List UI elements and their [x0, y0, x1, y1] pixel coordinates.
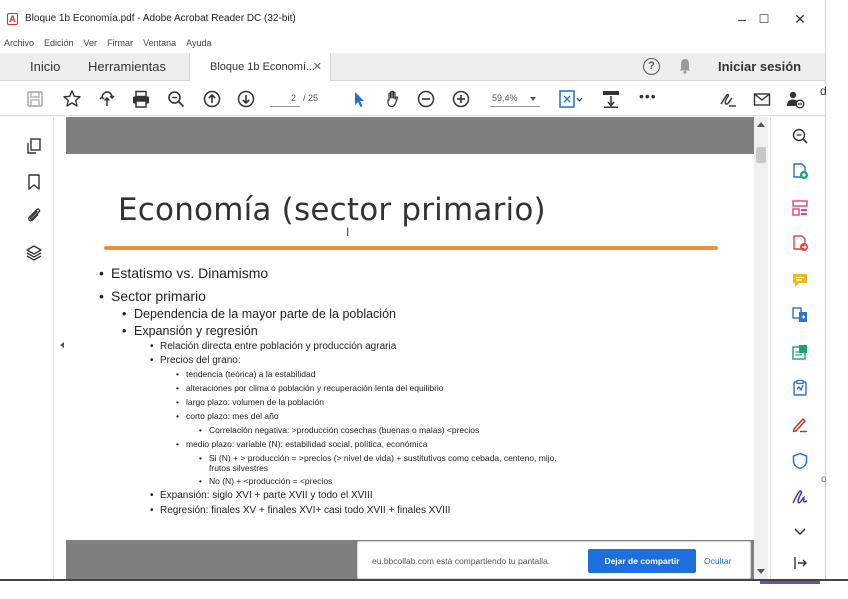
share-upload-icon[interactable]	[97, 89, 117, 109]
pdf-page: Economía (sector primario) I • Estatismo …	[66, 154, 754, 540]
bullet-line: • Expansión y regresión	[122, 324, 258, 338]
collapse-left-pane-arrow-icon[interactable]	[60, 342, 64, 348]
close-button[interactable]: ✕	[785, 8, 815, 30]
main-toolbar: 2 / 25 59,4% •••	[0, 82, 825, 116]
organize-pages-icon[interactable]	[791, 199, 809, 217]
bullet-line: • Si (N) + > producción = >precios (> niv…	[199, 453, 557, 463]
help-icon[interactable]: ?	[643, 58, 660, 75]
fill-sign-form-icon[interactable]	[791, 379, 809, 397]
hand-tool-icon[interactable]	[383, 89, 403, 109]
text-cursor-icon: I	[346, 225, 350, 239]
title-bar: A Bloque 1b Economía.pdf - Adobe Acrobat…	[0, 0, 825, 34]
page-number-input[interactable]: 2	[270, 90, 300, 107]
search-zoom-icon[interactable]	[791, 127, 809, 145]
tab-inicio[interactable]: Inicio	[30, 59, 60, 74]
bullet-line: • Estatismo vs. Dinamismo	[99, 265, 269, 281]
send-for-signature-icon[interactable]	[791, 488, 809, 506]
notifications-bell-icon[interactable]	[678, 58, 692, 74]
window-title: Bloque 1b Economía.pdf - Adobe Acrobat R…	[25, 13, 296, 24]
edit-pdf-icon[interactable]	[791, 343, 809, 361]
bullet-continuation: frutos silvestres	[209, 463, 269, 473]
bullet-line: • alteraciones por clima o población y re…	[176, 383, 444, 393]
scroll-up-arrow-icon[interactable]	[757, 122, 765, 127]
combine-files-icon[interactable]	[791, 306, 809, 324]
bullet-line: • No (N) + <producción = <precios	[199, 476, 333, 486]
bullet-line: • Precios del grano:	[150, 355, 241, 366]
menu-ventana[interactable]: Ventana	[143, 36, 176, 50]
more-tools-chevron-down-icon[interactable]	[791, 522, 809, 540]
share-message: eu.bbcollab.com está compartiendo tu pan…	[372, 556, 551, 566]
attachments-paperclip-icon[interactable]	[25, 206, 43, 224]
menu-bar: Archivo Edición Ver Firmar Ventana Ayuda	[0, 36, 211, 50]
previous-page-icon[interactable]	[202, 89, 222, 109]
bullet-line: • tendencia (teórica) a la estabilidad	[176, 369, 316, 379]
protect-shield-icon[interactable]	[791, 452, 809, 470]
bullet-line: • corto plazo: mes del año	[176, 411, 279, 421]
next-page-icon[interactable]	[236, 89, 256, 109]
bullet-line: • Relación directa entre población y prod…	[150, 341, 397, 352]
zoom-search-icon[interactable]	[166, 89, 186, 109]
comment-icon[interactable]	[791, 271, 809, 289]
vertical-scrollbar[interactable]	[754, 117, 768, 579]
expand-pane-icon[interactable]	[791, 554, 809, 572]
acrobat-window: A Bloque 1b Economía.pdf - Adobe Acrobat…	[0, 0, 848, 599]
page-thumbnails-icon[interactable]	[25, 137, 43, 155]
zoom-dropdown-chevron-icon[interactable]	[530, 97, 536, 101]
tab-close-icon[interactable]: ✕	[313, 60, 322, 73]
scroll-mode-icon[interactable]	[601, 89, 621, 109]
export-pdf-icon[interactable]	[791, 234, 809, 252]
acrobat-app-icon: A	[7, 13, 18, 25]
hide-banner-button[interactable]: Ocultar	[704, 556, 731, 566]
taskbar-active-indicator	[760, 581, 820, 584]
menu-edicion[interactable]: Edición	[44, 36, 74, 50]
taskbar-strip	[0, 579, 848, 599]
menu-ver[interactable]: Ver	[84, 36, 98, 50]
background-window-edge	[825, 0, 848, 599]
zoom-out-icon[interactable]	[416, 89, 436, 109]
menu-archivo[interactable]: Archivo	[4, 36, 34, 50]
print-icon[interactable]	[131, 89, 151, 109]
bullet-line: • Correlación negativa: >producción cosec…	[199, 425, 480, 435]
sign-pen-icon[interactable]	[718, 89, 738, 109]
more-tools-icon[interactable]: •••	[639, 88, 657, 104]
bookmark-star-icon[interactable]	[62, 89, 82, 109]
email-icon[interactable]	[752, 89, 772, 109]
title-underline	[104, 246, 718, 250]
page-total: / 25	[303, 93, 319, 103]
tab-document-label: Bloque 1b Economí...	[210, 61, 316, 73]
slide-title: Economía (sector primario)	[118, 192, 546, 228]
bullet-line: • Sector primario	[99, 288, 206, 304]
stop-sharing-button[interactable]: Dejar de compartir	[588, 549, 696, 573]
menu-firmar[interactable]: Firmar	[107, 36, 133, 50]
bullet-line: • largo plazo: volumen de la población	[176, 397, 324, 407]
maximize-button[interactable]: ☐	[749, 8, 779, 30]
document-viewer[interactable]: Economía (sector primario) I • Estatismo …	[66, 117, 754, 579]
select-cursor-icon[interactable]	[349, 89, 369, 109]
right-tools-pane	[770, 117, 825, 579]
create-pdf-icon[interactable]	[791, 162, 809, 180]
scroll-thumb[interactable]	[756, 147, 766, 163]
save-icon[interactable]	[25, 89, 45, 109]
bullet-line: • medio plazo: variable (N): estabilidad …	[176, 439, 428, 449]
bookmarks-icon[interactable]	[25, 173, 43, 191]
fit-page-icon[interactable]	[558, 89, 584, 109]
tab-bar: Inicio Herramientas Bloque 1b Economí...…	[0, 53, 825, 81]
zoom-in-icon[interactable]	[451, 89, 471, 109]
background-window-text: o	[821, 474, 827, 485]
bullet-line: • Expansión: siglo XVI + parte XVII y tod…	[150, 490, 373, 501]
menu-ayuda[interactable]: Ayuda	[186, 36, 211, 50]
background-window-text: d	[820, 84, 827, 98]
screen-share-banner: eu.bbcollab.com está compartiendo tu pan…	[357, 541, 751, 579]
layers-icon[interactable]	[25, 244, 43, 262]
left-navigation-pane	[0, 117, 54, 579]
add-user-icon[interactable]	[785, 89, 805, 109]
tab-herramientas[interactable]: Herramientas	[88, 59, 166, 74]
fill-and-sign-icon[interactable]	[791, 415, 809, 433]
bullet-line: • Dependencia de la mayor parte de la pob…	[122, 307, 396, 321]
tab-document[interactable]: Bloque 1b Economí... ✕	[189, 53, 331, 81]
signin-button[interactable]: Iniciar sesión	[718, 59, 801, 74]
bullet-line: • Regresión: finales XV + finales XVI+ ca…	[150, 505, 451, 516]
scroll-down-arrow-icon[interactable]	[757, 569, 765, 574]
